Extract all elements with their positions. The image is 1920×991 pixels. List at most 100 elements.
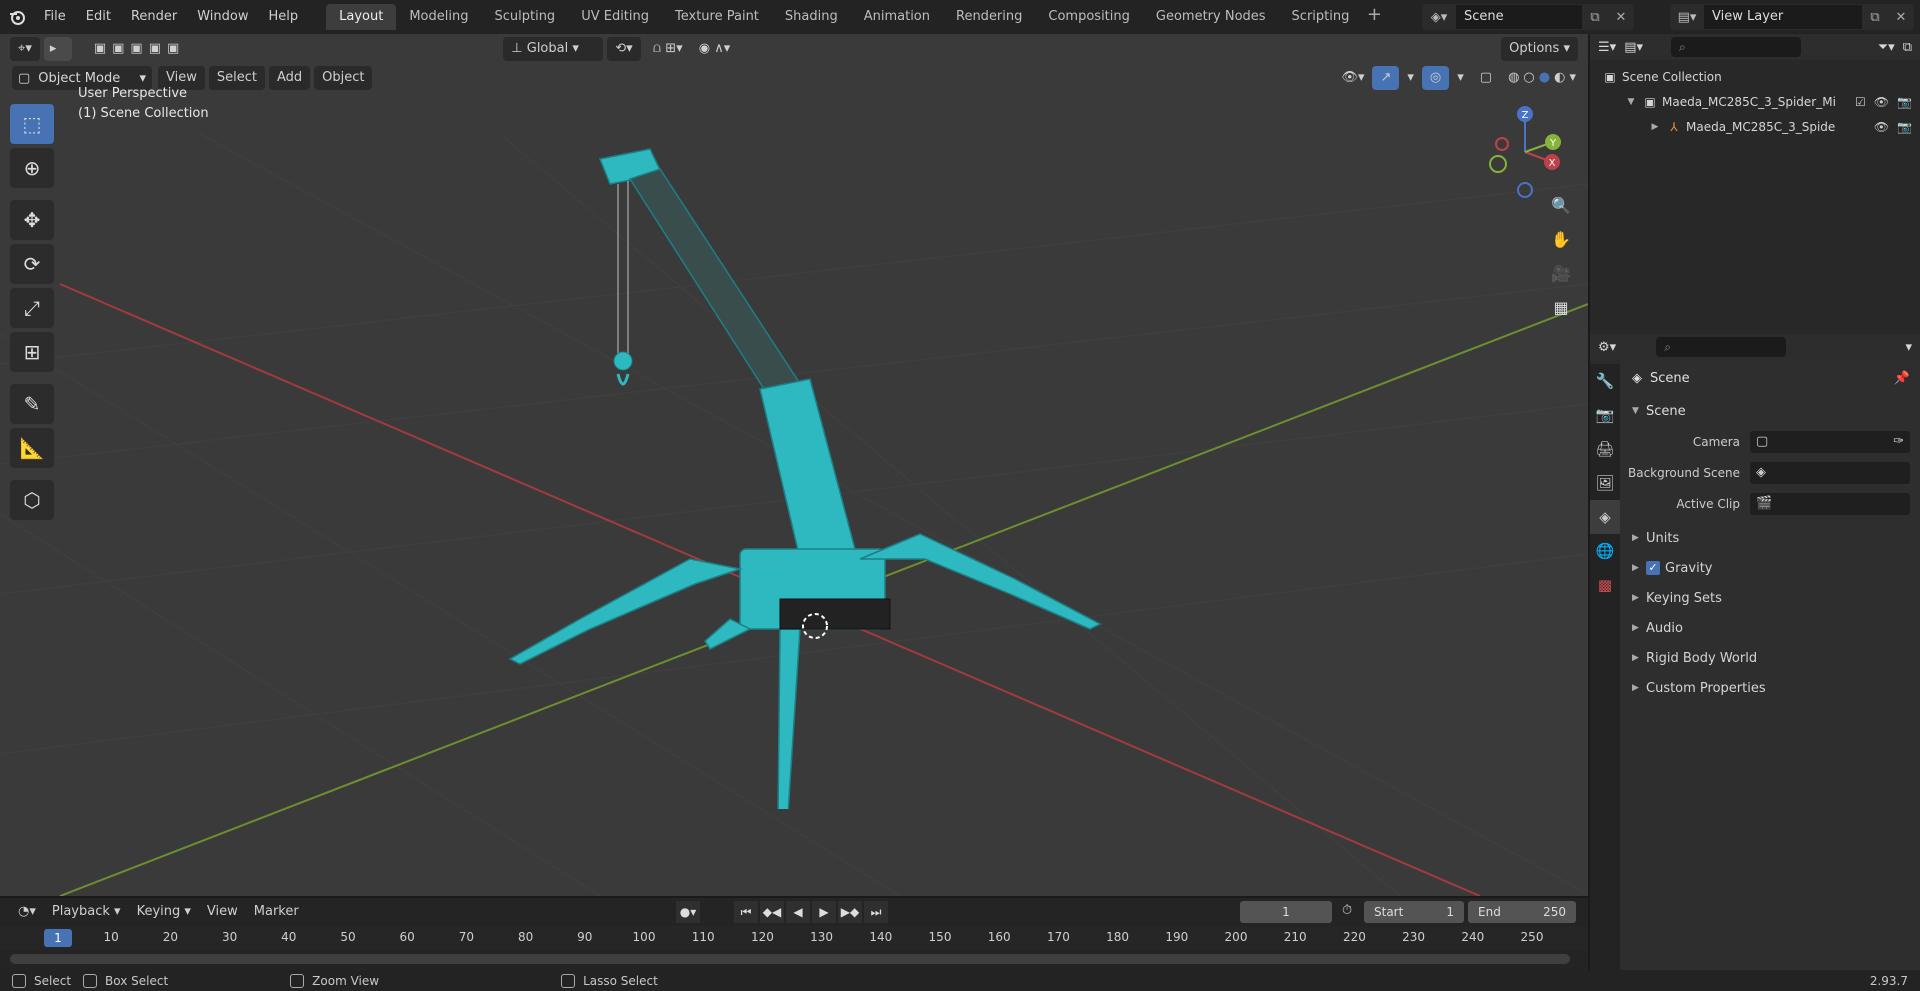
overlay-dropdown[interactable]: ▾ (1449, 66, 1472, 90)
properties-search-input[interactable]: ⌕ (1656, 337, 1787, 357)
frame-ruler[interactable]: 1 10 20 30 40 50 60 70 80 90 100 110 120 130 140 150 16… (0, 926, 1588, 950)
zoom-icon[interactable]: 🔍 (1546, 190, 1576, 220)
tab-geometry-nodes[interactable]: Geometry Nodes (1143, 4, 1279, 30)
tab-shading[interactable]: Shading (772, 4, 851, 30)
rigid-body-world-section[interactable]: ▶ Rigid Body World (1620, 643, 1920, 673)
visibility-icon[interactable]: 👁▾ (1333, 66, 1372, 90)
camera-view-icon[interactable]: 🎥 (1546, 258, 1576, 288)
scene-section-header[interactable]: ▼ Scene (1620, 396, 1920, 426)
tool-tab-icon[interactable]: 🔧 (1590, 364, 1620, 398)
playback-menu[interactable]: Playback ▾ (44, 901, 129, 923)
audio-section[interactable]: ▶ Audio (1620, 613, 1920, 643)
tab-rendering[interactable]: Rendering (943, 4, 1035, 30)
active-clip-input[interactable]: 🎬 (1750, 492, 1910, 515)
eyedropper-icon[interactable]: ✑ (1893, 434, 1904, 449)
3d-viewport[interactable]: ⌖▾ ▸ ▣▣▣▣▣ ⊥ Global ▾ ⟲▾ ⩍ ⊞▾ ◉ ∧▾ Optio… (0, 34, 1588, 896)
menu-add[interactable]: Add (268, 66, 311, 90)
scene-selector[interactable]: ◈▾ Scene ⧉ ✕ (1422, 4, 1634, 30)
close-scene-icon[interactable]: ✕ (1608, 10, 1634, 25)
next-keyframe-icon[interactable]: ▶◆ (838, 901, 862, 923)
editor-type-button[interactable]: ⌖▾ (10, 37, 40, 61)
shading-modes[interactable]: ◍○●◐▾ (1500, 66, 1588, 90)
menu-window[interactable]: Window (187, 4, 258, 30)
camera-input[interactable]: ▢ ✑ (1750, 430, 1910, 453)
world-tab-icon[interactable]: 🌐 (1590, 534, 1620, 568)
view-layer-selector[interactable]: ▤▾ View Layer ⧉ ✕ (1670, 4, 1914, 30)
keying-sets-section[interactable]: ▶ Keying Sets (1620, 583, 1920, 613)
jump-end-icon[interactable]: ⏭ (864, 901, 888, 923)
end-frame-field[interactable]: End 250 (1468, 901, 1576, 923)
snap-icon[interactable]: ⩍ ⊞▾ (645, 37, 691, 61)
current-frame-field[interactable]: 1 (1240, 901, 1332, 923)
units-section[interactable]: ▶ Units (1620, 523, 1920, 553)
texture-tab-icon[interactable]: ▩ (1590, 568, 1620, 602)
cursor-tool-icon[interactable]: ⊕ (10, 148, 54, 188)
gizmo-toggle-icon[interactable]: ↗ (1372, 66, 1400, 90)
pan-hand-icon[interactable]: ✋ (1546, 224, 1576, 254)
menu-help[interactable]: Help (259, 4, 309, 30)
menu-render[interactable]: Render (121, 4, 187, 30)
custom-properties-section[interactable]: ▶ Custom Properties (1620, 673, 1920, 703)
render-tab-icon[interactable]: 📷 (1590, 398, 1620, 432)
keying-menu[interactable]: Keying ▾ (129, 901, 199, 923)
pivot-point-button[interactable]: ⟲▾ (607, 37, 641, 61)
render-camera-icon[interactable]: 📷 (1897, 95, 1912, 109)
copy-scene-icon[interactable]: ⧉ (1582, 10, 1608, 25)
expand-arrow-icon[interactable]: ▼ (1624, 97, 1638, 107)
scene-name[interactable]: Scene (1456, 5, 1582, 29)
timeline-editor-icon[interactable]: ◔▾ (10, 901, 44, 923)
view-layer-tab-icon[interactable]: 🖼 (1590, 466, 1620, 500)
tab-compositing[interactable]: Compositing (1035, 4, 1143, 30)
proportional-edit-icon[interactable]: ◉ ∧▾ (691, 37, 739, 61)
properties-editor-icon[interactable]: ⚙▾ (1598, 340, 1616, 355)
tab-scripting[interactable]: Scripting (1279, 4, 1363, 30)
options-button[interactable]: Options ▾ (1501, 37, 1578, 61)
outliner-row-collection[interactable]: ▼ ▣ Maeda_MC285C_3_Spider_Mi ☑ 👁 📷 (1590, 89, 1920, 114)
background-scene-input[interactable]: ◈ (1750, 461, 1910, 484)
tab-uv-editing[interactable]: UV Editing (568, 4, 662, 30)
outliner-row-scene-collection[interactable]: ▣ Scene Collection (1590, 64, 1920, 89)
copy-view-layer-icon[interactable]: ⧉ (1862, 10, 1888, 25)
current-frame-marker[interactable]: 1 (44, 929, 72, 947)
blender-logo-icon[interactable] (0, 0, 34, 34)
measure-tool-icon[interactable]: 📐 (10, 428, 54, 468)
select-box-tool-icon[interactable]: ⬚ (10, 104, 54, 144)
marker-menu[interactable]: Marker (246, 901, 307, 923)
tab-texture-paint[interactable]: Texture Paint (662, 4, 772, 30)
gizmo-dropdown[interactable]: ▾ (1399, 66, 1422, 90)
transform-orientation-select[interactable]: ⊥ Global ▾ (503, 37, 604, 61)
rotate-tool-icon[interactable]: ⟳ (10, 244, 54, 284)
select-tool-icon[interactable]: ▸ (43, 37, 72, 61)
properties-dropdown[interactable]: ▾ (1905, 340, 1912, 355)
render-camera-icon[interactable]: 📷 (1897, 120, 1912, 134)
play-reverse-icon[interactable]: ◀ (786, 901, 810, 923)
timeline-view-menu[interactable]: View (199, 901, 246, 923)
gravity-checkbox[interactable]: ✓ (1646, 561, 1660, 575)
timeline-scrollbar[interactable] (10, 954, 1570, 964)
spider-crane-model[interactable] (480, 129, 1120, 809)
ortho-grid-icon[interactable]: ▦ (1546, 292, 1576, 322)
filter-icon[interactable]: ⏷▾ (1878, 40, 1895, 55)
exclude-checkbox-icon[interactable]: ☑ (1855, 95, 1866, 109)
eye-icon[interactable]: 👁 (1874, 95, 1889, 109)
record-icon[interactable]: ●▾ (676, 901, 700, 923)
output-tab-icon[interactable]: 🖨 (1590, 432, 1620, 466)
menu-file[interactable]: File (34, 4, 76, 30)
overlay-toggle-icon[interactable]: ◎ (1421, 66, 1450, 90)
outliner-search-input[interactable]: ⌕ (1671, 37, 1801, 57)
annotate-tool-icon[interactable]: ✎ (10, 384, 54, 424)
stopwatch-icon[interactable]: ⏱ (1342, 903, 1352, 918)
view-layer-name[interactable]: View Layer (1704, 5, 1862, 29)
tab-modeling[interactable]: Modeling (396, 4, 481, 30)
menu-edit[interactable]: Edit (76, 4, 121, 30)
menu-object[interactable]: Object (314, 66, 373, 90)
prev-keyframe-icon[interactable]: ◆◀ (760, 901, 784, 923)
scene-tab-icon[interactable]: ◈ (1590, 500, 1620, 534)
new-collection-icon[interactable]: ⧉ (1903, 40, 1912, 55)
tab-sculpting[interactable]: Sculpting (481, 4, 568, 30)
transform-tool-icon[interactable]: ⊞ (10, 332, 54, 372)
pin-icon[interactable]: 📌 (1894, 371, 1910, 386)
play-icon[interactable]: ▶ (812, 901, 836, 923)
tab-animation[interactable]: Animation (851, 4, 943, 30)
selection-mode-icons[interactable]: ▣▣▣▣▣ (86, 37, 193, 61)
